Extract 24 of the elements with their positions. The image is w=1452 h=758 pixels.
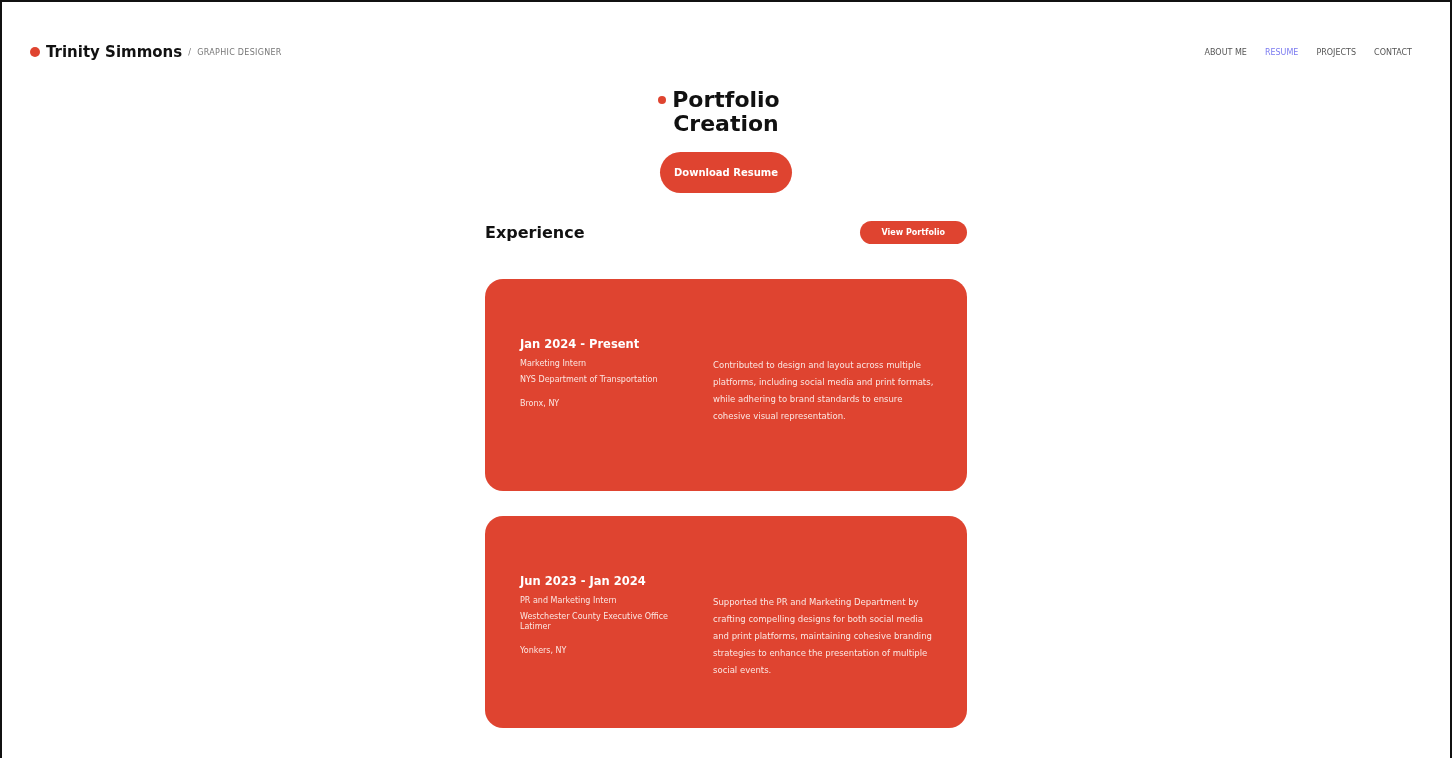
job-location: Bronx, NY: [520, 399, 561, 409]
download-resume-button[interactable]: Download Resume: [660, 152, 792, 193]
view-portfolio-button[interactable]: View Portfolio: [859, 221, 967, 244]
nav-link[interactable]: RESUME: [1264, 47, 1299, 57]
site-role: GRAPHIC DESIGNER: [197, 47, 282, 57]
brand-dot-icon: [30, 47, 40, 57]
nav-link[interactable]: CONTACT: [1374, 47, 1412, 57]
job-location: Yonkers, NY: [520, 646, 568, 656]
job-role: Marketing Intern: [520, 359, 588, 369]
job-organization: Westchester County Executive Office Latimer: [520, 612, 669, 632]
nav-link[interactable]: PROJECTS: [1316, 47, 1357, 57]
job-role: PR and Marketing Intern: [520, 596, 618, 606]
hero-title: Portfolio: [672, 88, 780, 112]
separator: /: [188, 47, 192, 57]
job-description: Contributed to design and layout across multiple platforms, including social media and print formats, while adhering to brand standards to ensure cohesive visual representation.: [713, 359, 935, 423]
section-title: Experience: [485, 223, 585, 242]
site-name[interactable]: Trinity Simmons: [46, 43, 183, 61]
job-organization: NYS Department of Transportation: [520, 375, 659, 385]
bullet-dot-icon: [658, 96, 667, 104]
job-dates: Jan 2024 - Present: [520, 337, 641, 351]
nav-link[interactable]: ABOUT ME: [1204, 47, 1247, 57]
job-description: Supported the PR and Marketing Department by crafting compelling designs for both social media and print platforms, maintaining cohesive branding strategies to enhance the presentation of multiple social events.: [713, 596, 933, 677]
hero-title: Creation: [673, 112, 779, 136]
job-dates: Jun 2023 - Jan 2024: [520, 574, 647, 588]
